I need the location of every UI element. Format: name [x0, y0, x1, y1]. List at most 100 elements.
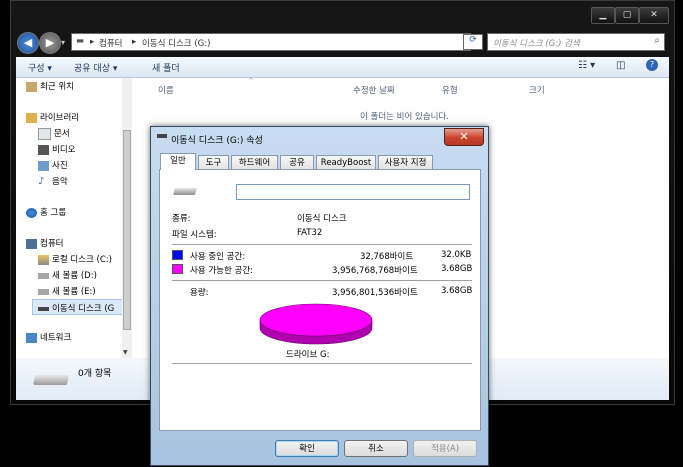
tab-sharing[interactable]: 공유: [280, 155, 314, 169]
new-folder-button[interactable]: 새 폴더: [152, 61, 180, 74]
scroll-down-icon[interactable]: ▼: [123, 349, 128, 356]
general-tab-panel: 종류: 이동식 디스크 파일 시스템: FAT32 사용 중인 공간: 32,7…: [159, 169, 481, 431]
removable-drive-icon: [32, 375, 70, 385]
navigation-bar: ◀ ▶ ▾ ▬ ▸ 컴퓨터 ▸ 이동식 디스크 (G:) ⟳ 이동식 디스크 (…: [11, 27, 674, 57]
preview-pane-icon[interactable]: ◫: [616, 60, 625, 71]
column-modified[interactable]: 수정한 날짜: [353, 84, 395, 96]
chevron-right-icon[interactable]: ▸: [90, 37, 94, 47]
used-space-label: 사용 중인 공간:: [190, 252, 246, 262]
search-placeholder: 이동식 디스크 (G:) 검색: [493, 39, 580, 49]
scrollbar-thumb[interactable]: [123, 130, 131, 330]
nav-volume-e[interactable]: 새 볼륨 (E:): [38, 285, 96, 299]
nav-network[interactable]: 네트워크: [26, 331, 71, 345]
search-icon[interactable]: ⌕: [654, 35, 660, 46]
nav-homegroup[interactable]: 홈 그룹: [26, 206, 66, 220]
breadcrumb-computer[interactable]: 컴퓨터: [99, 37, 122, 49]
tab-readyboost[interactable]: ReadyBoost: [316, 155, 376, 169]
minimize-button[interactable]: ▁: [591, 7, 615, 24]
library-icon: [26, 112, 37, 123]
cancel-button[interactable]: 취소: [344, 440, 408, 457]
share-with-button[interactable]: 공유 대상 ▾: [74, 61, 117, 74]
free-space-label: 사용 가능한 공간:: [190, 266, 254, 276]
nav-label: 문서: [54, 129, 70, 139]
tab-tools[interactable]: 도구: [198, 155, 229, 169]
capacity-size: 3.68GB: [441, 286, 473, 296]
apply-button[interactable]: 적용(A): [413, 440, 477, 457]
tab-hardware[interactable]: 하드웨어: [231, 155, 278, 169]
nav-computer[interactable]: 컴퓨터: [26, 237, 63, 251]
column-size[interactable]: 크기: [529, 84, 545, 96]
refresh-icon[interactable]: ⟳: [463, 34, 483, 50]
nav-pictures[interactable]: 사진: [38, 159, 68, 173]
nav-label: 새 볼륨 (D:): [52, 271, 97, 281]
maximize-button[interactable]: ▢: [615, 7, 639, 24]
search-input[interactable]: 이동식 디스크 (G:) 검색 ⌕: [487, 33, 665, 51]
separator: [172, 363, 472, 364]
recent-places-icon: [26, 81, 37, 92]
forward-button[interactable]: ▶: [39, 32, 61, 54]
nav-libraries[interactable]: 라이브러리: [26, 111, 79, 125]
nav-label: 비디오: [52, 145, 76, 155]
free-space-size: 3.68GB: [441, 264, 473, 274]
capacity-bytes: 3,956,801,536바이트: [332, 288, 418, 298]
removable-drive-icon: [38, 306, 49, 311]
column-name[interactable]: 이름: [158, 84, 174, 96]
videos-icon: [38, 144, 49, 155]
nav-label: 홈 그룹: [40, 208, 67, 218]
dialog-close-button[interactable]: ✕: [444, 128, 484, 146]
computer-icon: [26, 238, 37, 249]
used-space-size: 32.0KB: [441, 250, 472, 260]
homegroup-icon: [26, 207, 37, 218]
nav-videos[interactable]: 비디오: [38, 143, 75, 157]
close-button[interactable]: ✕: [639, 7, 669, 24]
sort-indicator-icon: ^: [248, 77, 254, 85]
nav-label: 컴퓨터: [40, 239, 64, 249]
drive-icon: ▬: [76, 36, 85, 46]
free-space-bytes: 3,956,768,768바이트: [332, 266, 418, 276]
ok-button[interactable]: 확인: [275, 440, 339, 457]
nav-removable-g[interactable]: 이동식 디스크 (G: [32, 299, 124, 315]
nav-recent[interactable]: 최근 위치: [26, 80, 74, 94]
tab-customize[interactable]: 사용자 지정: [378, 155, 433, 169]
pie-free-slice: [259, 303, 373, 337]
help-icon[interactable]: ?: [646, 59, 658, 71]
nav-label: 로컬 디스크 (C:): [52, 255, 112, 265]
drive-c-icon: [38, 254, 49, 265]
address-bar[interactable]: ▬ ▸ 컴퓨터 ▸ 이동식 디스크 (G:): [71, 33, 471, 51]
filesystem-value: FAT32: [297, 228, 323, 238]
tab-general[interactable]: 일반: [160, 153, 196, 170]
organize-button[interactable]: 구성 ▾: [28, 61, 52, 74]
column-type[interactable]: 유형: [442, 84, 458, 96]
recent-pages-icon[interactable]: ▾: [61, 38, 65, 47]
drive-e-icon: [38, 288, 49, 295]
nav-label: 음악: [52, 177, 68, 187]
used-space-bytes: 32,768바이트: [360, 252, 414, 262]
nav-label: 최근 위치: [40, 82, 74, 92]
empty-folder-message: 이 폴더는 비어 있습니다.: [360, 112, 450, 122]
nav-volume-d[interactable]: 새 볼륨 (D:): [38, 269, 97, 283]
navigation-pane: 최근 위치 라이브러리 문서 비디오 사진 ♪ 음악 홈 그룹 컴퓨터 로컬 디스…: [16, 78, 124, 358]
breadcrumb-drive[interactable]: 이동식 디스크 (G:): [142, 37, 210, 49]
separator: [172, 244, 472, 245]
command-bar: 구성 ▾ 공유 대상 ▾ 새 폴더 ☷ ▾ ◫ ?: [16, 57, 669, 78]
drive-d-icon: [38, 272, 49, 279]
capacity-label: 용량:: [190, 288, 209, 298]
navigation-scrollbar[interactable]: ▼: [122, 78, 132, 358]
drive-letter-label: 드라이브 G:: [286, 350, 330, 360]
nav-documents[interactable]: 문서: [38, 127, 70, 141]
music-icon: ♪: [38, 175, 45, 187]
nav-local-c[interactable]: 로컬 디스크 (C:): [38, 253, 112, 267]
back-button[interactable]: ◀: [17, 32, 39, 54]
nav-label: 새 볼륨 (E:): [52, 287, 96, 297]
volume-label-input[interactable]: [236, 184, 470, 200]
nav-music[interactable]: ♪ 음악: [38, 175, 68, 189]
item-count: 0개 항목: [78, 369, 112, 379]
used-space-swatch: [172, 250, 183, 260]
view-options-icon[interactable]: ☷ ▾: [578, 60, 595, 71]
documents-icon: [38, 127, 51, 140]
nav-label: 라이브러리: [40, 113, 80, 123]
dialog-title: 이동식 디스크 (G:) 속성: [171, 136, 263, 146]
chevron-right-icon[interactable]: ▸: [132, 37, 136, 47]
type-value: 이동식 디스크: [297, 214, 347, 224]
network-icon: [26, 332, 37, 343]
